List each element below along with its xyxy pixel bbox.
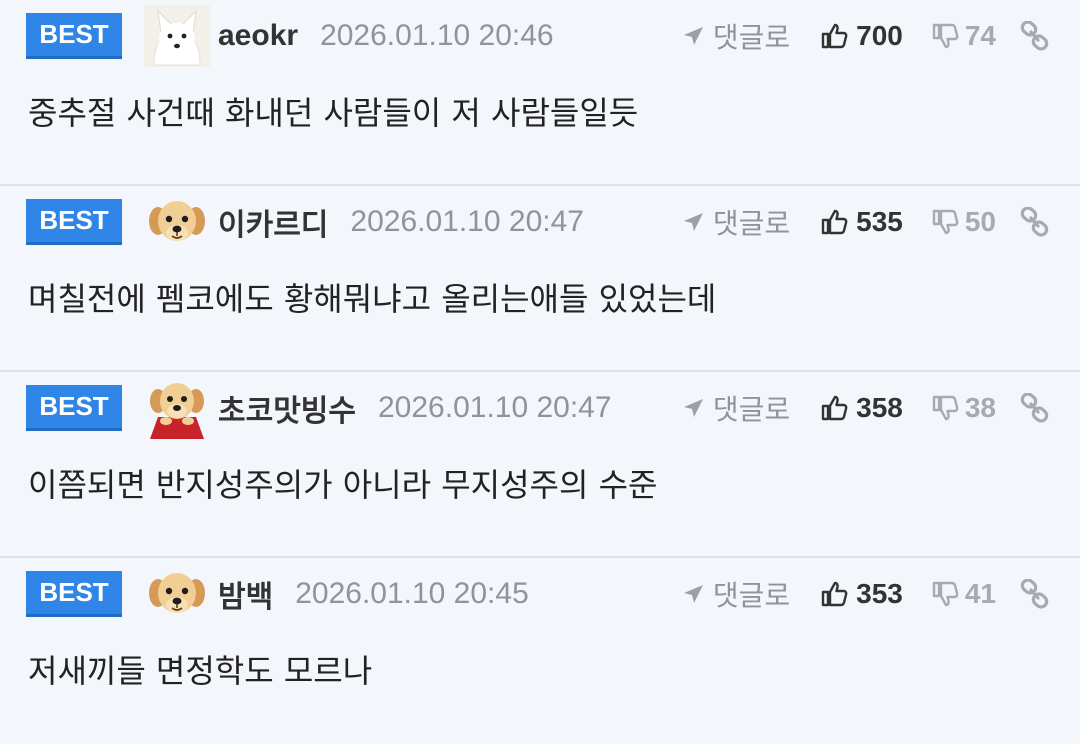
upvote-count: 353 bbox=[856, 578, 903, 609]
best-badge: BEST bbox=[26, 571, 122, 617]
reply-button[interactable]: 댓글로 bbox=[681, 574, 790, 614]
reply-button[interactable]: 댓글로 bbox=[681, 16, 790, 56]
link-button[interactable] bbox=[1020, 579, 1050, 609]
upvote-button[interactable]: 358 bbox=[820, 392, 903, 424]
downvote-count: 50 bbox=[964, 206, 996, 237]
puppy-red-cape-avatar-icon[interactable] bbox=[144, 377, 210, 439]
best-badge: BEST bbox=[26, 13, 122, 59]
link-button[interactable] bbox=[1020, 393, 1050, 423]
reply-label: 댓글로 bbox=[712, 207, 791, 240]
comment-item: BEST 초코맛빙수 2026.01.10 20:47 댓글로 358 38 이… bbox=[0, 372, 1080, 558]
comment-header: BEST 이카르디 2026.01.10 20:47 댓글로 535 50 bbox=[26, 196, 1050, 248]
comment-text: 중추절 사건때 화내던 사람들이 저 사람들일듯 bbox=[28, 94, 639, 132]
thumbs-down-icon bbox=[931, 22, 959, 50]
link-icon bbox=[1020, 393, 1050, 423]
comment-actions: 댓글로 358 38 bbox=[681, 388, 1050, 428]
link-button[interactable] bbox=[1020, 207, 1050, 237]
reply-arrow-icon bbox=[681, 24, 705, 48]
upvote-count: 700 bbox=[856, 20, 903, 51]
upvote-button[interactable]: 535 bbox=[820, 206, 903, 238]
best-badge: BEST bbox=[26, 385, 122, 431]
thumbs-up-icon bbox=[820, 208, 848, 236]
comment-item: BEST aeokr 2026.01.10 20:46 댓글로 700 74 중… bbox=[0, 0, 1080, 186]
reply-label: 댓글로 bbox=[712, 21, 791, 54]
timestamp: 2026.01.10 20:47 bbox=[350, 205, 584, 238]
username[interactable]: 이카르디 bbox=[218, 200, 328, 244]
puppy-avatar-icon[interactable] bbox=[144, 563, 210, 625]
reply-button[interactable]: 댓글로 bbox=[681, 202, 790, 242]
comment-text: 이쯤되면 반지성주의가 아니라 무지성주의 수준 bbox=[28, 466, 658, 504]
comment-item: BEST 밤백 2026.01.10 20:45 댓글로 353 41 저새끼들… bbox=[0, 558, 1080, 744]
downvote-button[interactable]: 74 bbox=[931, 20, 996, 52]
downvote-count: 38 bbox=[964, 392, 996, 423]
puppy-avatar-icon[interactable] bbox=[144, 191, 210, 253]
downvote-count: 74 bbox=[964, 20, 996, 51]
timestamp: 2026.01.10 20:47 bbox=[378, 391, 612, 424]
reply-label: 댓글로 bbox=[712, 393, 791, 426]
upvote-button[interactable]: 353 bbox=[820, 578, 903, 610]
username[interactable]: 초코맛빙수 bbox=[218, 386, 356, 430]
downvote-count: 41 bbox=[964, 578, 996, 609]
downvote-button[interactable]: 41 bbox=[931, 578, 996, 610]
comment-text: 며칠전에 펨코에도 황해뭐냐고 올리는애들 있었는데 bbox=[28, 280, 717, 318]
comment-text: 저새끼들 면정학도 모르나 bbox=[28, 652, 373, 690]
thumbs-down-icon bbox=[931, 580, 959, 608]
timestamp: 2026.01.10 20:46 bbox=[320, 19, 554, 52]
reply-arrow-icon bbox=[681, 210, 705, 234]
comment-actions: 댓글로 535 50 bbox=[681, 202, 1050, 242]
comment-header: BEST 밤백 2026.01.10 20:45 댓글로 353 41 bbox=[26, 568, 1050, 620]
reply-arrow-icon bbox=[681, 582, 705, 606]
thumbs-up-icon bbox=[820, 394, 848, 422]
upvote-count: 535 bbox=[856, 206, 903, 237]
link-icon bbox=[1020, 579, 1050, 609]
thumbs-down-icon bbox=[931, 208, 959, 236]
reply-label: 댓글로 bbox=[712, 579, 791, 612]
username[interactable]: aeokr bbox=[218, 19, 298, 53]
link-icon bbox=[1020, 207, 1050, 237]
link-button[interactable] bbox=[1020, 21, 1050, 51]
comment-item: BEST 이카르디 2026.01.10 20:47 댓글로 535 50 며칠… bbox=[0, 186, 1080, 372]
upvote-count: 358 bbox=[856, 392, 903, 423]
comment-header: BEST aeokr 2026.01.10 20:46 댓글로 700 74 bbox=[26, 10, 1050, 62]
upvote-button[interactable]: 700 bbox=[820, 20, 903, 52]
comment-actions: 댓글로 353 41 bbox=[681, 574, 1050, 614]
white-fox-avatar-icon[interactable] bbox=[144, 5, 210, 67]
best-badge: BEST bbox=[26, 199, 122, 245]
comment-actions: 댓글로 700 74 bbox=[681, 16, 1050, 56]
reply-arrow-icon bbox=[681, 396, 705, 420]
downvote-button[interactable]: 50 bbox=[931, 206, 996, 238]
best-comment-list: BEST aeokr 2026.01.10 20:46 댓글로 700 74 중… bbox=[0, 0, 1080, 744]
thumbs-up-icon bbox=[820, 580, 848, 608]
comment-header: BEST 초코맛빙수 2026.01.10 20:47 댓글로 358 38 bbox=[26, 382, 1050, 434]
reply-button[interactable]: 댓글로 bbox=[681, 388, 790, 428]
timestamp: 2026.01.10 20:45 bbox=[295, 577, 529, 610]
thumbs-up-icon bbox=[820, 22, 848, 50]
thumbs-down-icon bbox=[931, 394, 959, 422]
downvote-button[interactable]: 38 bbox=[931, 392, 996, 424]
username[interactable]: 밤백 bbox=[218, 572, 273, 616]
link-icon bbox=[1020, 21, 1050, 51]
